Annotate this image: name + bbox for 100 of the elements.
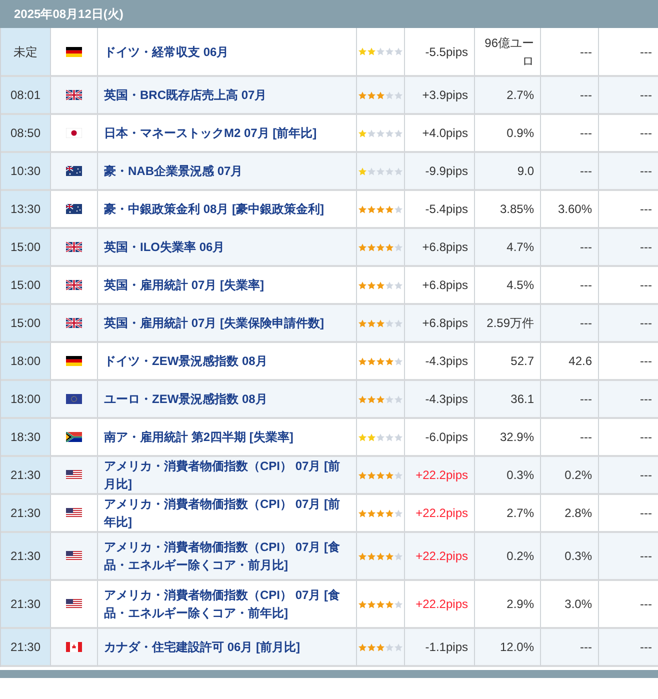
table-cell-text: 0.9% — [506, 125, 534, 142]
star-icon — [385, 394, 394, 404]
star-icon — [385, 90, 394, 100]
star-icon — [367, 432, 376, 442]
table-cell-text: --- — [640, 391, 652, 408]
table-cell-text: --- — [580, 87, 592, 104]
event-link[interactable]: ドイツ・ZEW景況感指数 08月 — [104, 352, 268, 370]
star-icon — [358, 600, 367, 608]
star-icon — [367, 470, 376, 480]
pips-value: -6.0pips — [425, 429, 468, 446]
star-icon — [358, 642, 367, 652]
table-cell-text: 0.2% — [564, 467, 592, 484]
star-icon — [358, 47, 367, 56]
table-cell-text: 3.60% — [558, 201, 592, 218]
time-label: 15:00 — [10, 239, 41, 256]
star-icon — [367, 600, 376, 608]
event-link[interactable]: 英国・雇用統計 07月 [失業率] — [104, 276, 264, 294]
star-icon — [376, 394, 385, 404]
time-label: 18:30 — [10, 429, 41, 446]
pips-value: -9.9pips — [425, 163, 468, 180]
time-label: 13:30 — [10, 201, 41, 218]
table-cell-text: --- — [640, 467, 652, 484]
star-icon — [358, 204, 367, 214]
table-cell-text: --- — [640, 596, 652, 613]
star-icon — [385, 47, 394, 56]
event-link[interactable]: アメリカ・消費者物価指数（CPI） 07月 [食品・エネルギー除くコア・前年比] — [104, 586, 350, 622]
star-icon — [385, 166, 394, 176]
star-icon — [367, 242, 376, 252]
table-cell-text: 32.9% — [500, 429, 534, 446]
pips-value: +6.8pips — [422, 239, 468, 256]
star-icon — [385, 642, 394, 652]
star-icon — [376, 242, 385, 252]
event-link[interactable]: 豪・中銀政策金利 08月 [豪中銀政策金利] — [104, 200, 324, 218]
star-icon — [367, 204, 376, 214]
pips-value: +22.2pips — [416, 467, 468, 484]
star-icon — [367, 128, 376, 138]
star-icon — [376, 600, 385, 608]
star-icon — [385, 470, 394, 480]
star-icon — [367, 280, 376, 290]
time-label: 21:30 — [10, 505, 41, 522]
pips-value: +6.8pips — [422, 277, 468, 294]
table-cell-text: --- — [640, 44, 652, 60]
pips-value: +6.8pips — [422, 315, 468, 332]
table-cell-text: --- — [640, 505, 652, 522]
time-label: 08:50 — [10, 125, 41, 142]
star-icon — [385, 356, 394, 366]
star-icon — [385, 432, 394, 442]
time-label: 21:30 — [10, 639, 41, 656]
star-icon — [367, 318, 376, 328]
pips-value: +22.2pips — [416, 505, 468, 522]
table-cell-text: --- — [580, 239, 592, 256]
event-link[interactable]: 南ア・雇用統計 第2四半期 [失業率] — [104, 428, 294, 446]
star-icon — [358, 128, 367, 138]
time-label: 21:30 — [10, 467, 41, 484]
star-icon — [367, 642, 376, 652]
table-cell-text: --- — [640, 315, 652, 332]
star-icon — [376, 470, 385, 480]
pips-value: -4.3pips — [425, 353, 468, 370]
table-cell-text: --- — [640, 277, 652, 294]
table-cell-text: --- — [640, 429, 652, 446]
star-icon — [367, 394, 376, 404]
star-icon — [376, 318, 385, 328]
star-icon — [367, 166, 376, 176]
table-cell-text: --- — [640, 639, 652, 656]
time-label: 21:30 — [10, 596, 41, 613]
time-label: 未定 — [14, 44, 38, 60]
table-cell-text: 2.7% — [506, 87, 534, 104]
star-icon — [385, 600, 394, 608]
table-cell-text: 4.7% — [506, 239, 534, 256]
event-link[interactable]: アメリカ・消費者物価指数（CPI） 07月 [前年比] — [104, 495, 350, 531]
star-icon — [358, 394, 367, 404]
table-cell-text: 2.8% — [564, 505, 592, 522]
table-cell-text: 9.0 — [517, 163, 534, 180]
table-cell-text: 2.59万件 — [486, 315, 534, 332]
pips-value: +22.2pips — [416, 548, 468, 565]
star-icon — [358, 356, 367, 366]
star-icon — [376, 642, 385, 652]
time-label: 18:00 — [10, 391, 41, 408]
star-icon — [367, 47, 376, 56]
event-link[interactable]: 日本・マネーストックM2 07月 [前年比] — [104, 124, 317, 142]
table-cell-text: 0.2% — [506, 548, 534, 565]
star-icon — [376, 90, 385, 100]
star-icon — [367, 356, 376, 366]
star-icon — [358, 470, 367, 480]
time-label: 15:00 — [10, 315, 41, 332]
star-icon — [385, 204, 394, 214]
star-icon — [385, 508, 394, 518]
star-icon — [367, 552, 376, 560]
table-cell-text: --- — [580, 429, 592, 446]
table-cell-text: --- — [640, 201, 652, 218]
table-cell-text: 4.5% — [506, 277, 534, 294]
event-link[interactable]: ドイツ・経常収支 06月 — [104, 42, 229, 60]
table-cell-text: --- — [640, 239, 652, 256]
time-label: 21:30 — [10, 548, 41, 565]
table-cell-text: --- — [580, 125, 592, 142]
star-icon — [367, 508, 376, 518]
time-label: 15:00 — [10, 277, 41, 294]
star-icon — [358, 90, 367, 100]
star-icon — [385, 318, 394, 328]
table-cell-text: 3.0% — [564, 596, 592, 613]
